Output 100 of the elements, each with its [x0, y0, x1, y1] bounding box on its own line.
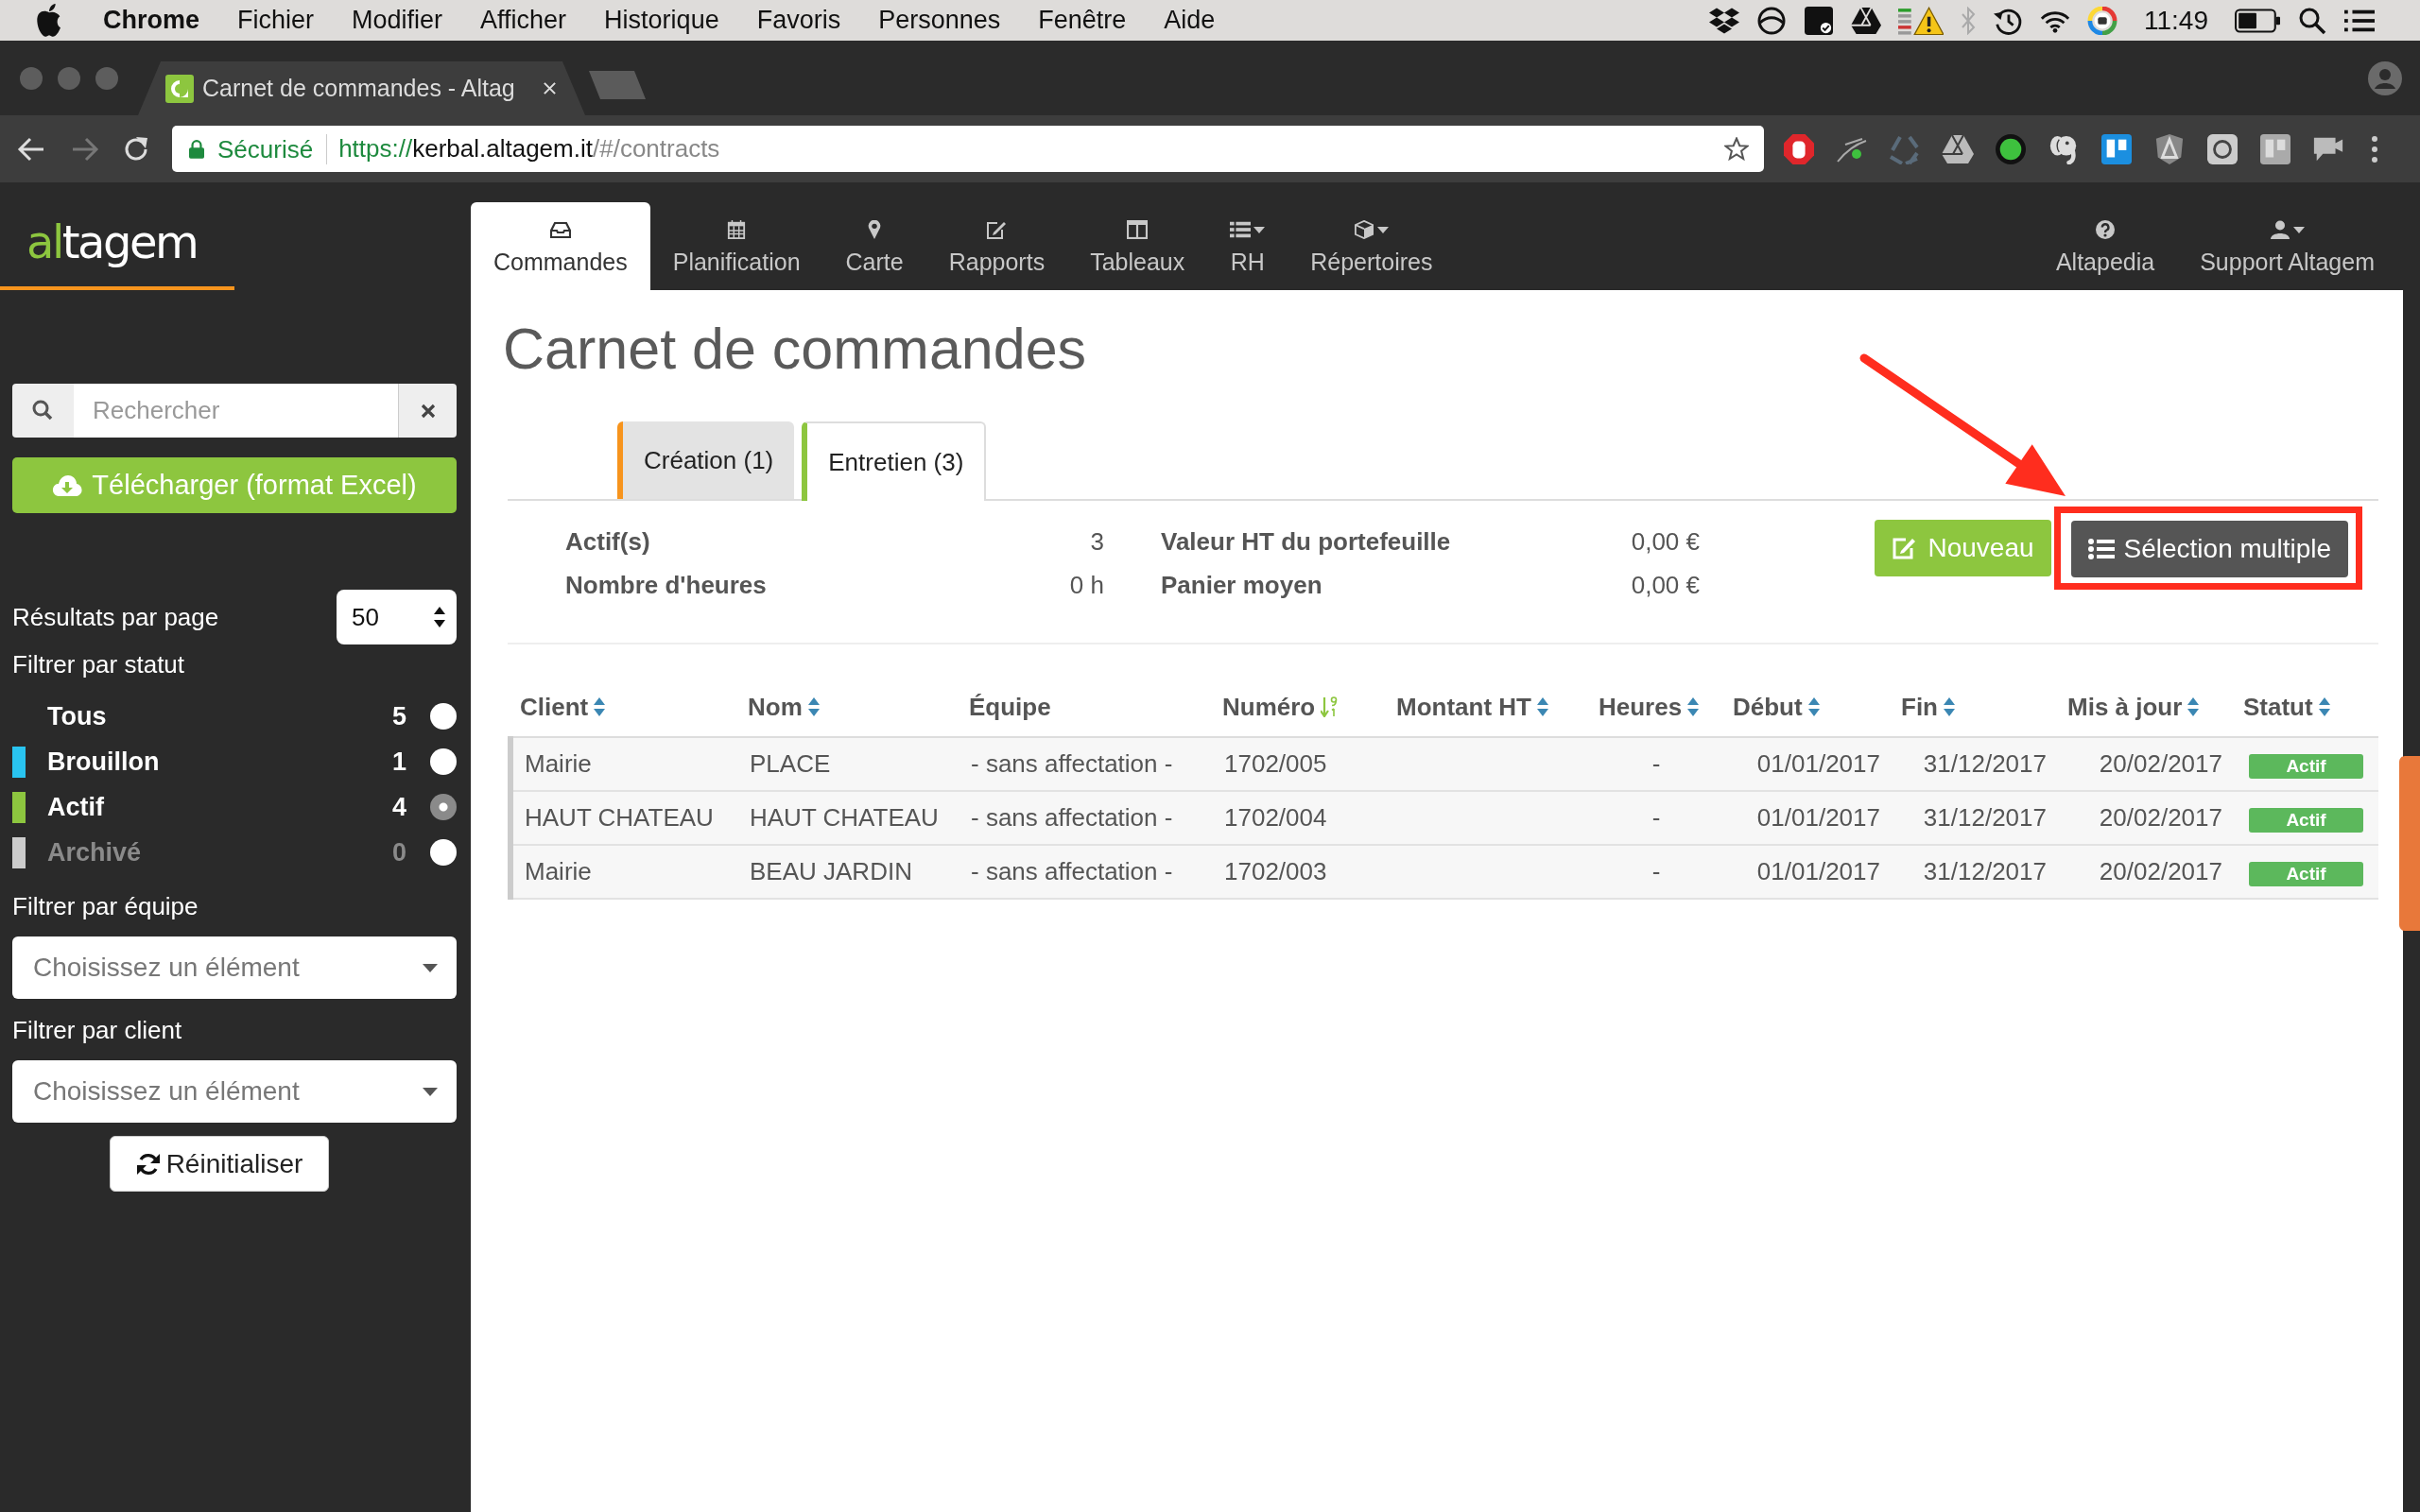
- status-badge: Actif: [2249, 754, 2363, 779]
- table-cell: 1702/005: [1213, 737, 1387, 791]
- status-label[interactable]: Tous: [47, 701, 392, 731]
- menu-item[interactable]: Favoris: [756, 6, 841, 35]
- table-row[interactable]: Mairie PLACE - sans affectation - 1702/005 - 01/01/2017 31/12/2017 20/02/2017 Actif: [510, 737, 2378, 791]
- triangle-icon[interactable]: [1942, 133, 1974, 164]
- table-cell: 01/01/2017: [1723, 845, 1892, 899]
- status-radio[interactable]: [430, 748, 457, 775]
- tile-icon[interactable]: [2206, 133, 2238, 164]
- color-ring-icon[interactable]: [2087, 6, 2118, 35]
- triangle-icon[interactable]: [1851, 6, 1881, 35]
- board-icon[interactable]: [2100, 133, 2133, 164]
- client-select[interactable]: Choisissez un élément: [12, 1060, 457, 1123]
- address-bar[interactable]: Sécurisé https://kerbal.altagem.it/#/contracts: [172, 126, 1764, 172]
- table-row[interactable]: HAUT CHATEAU HAUT CHATEAU - sans affectation - 1702/004 - 01/01/2017 31/12/2017 20/02/2017 Actif: [510, 791, 2378, 845]
- board-icon[interactable]: [2259, 133, 2291, 164]
- nav-tab[interactable]: Carte: [822, 202, 926, 290]
- menu-item[interactable]: Modifier: [352, 6, 443, 35]
- close-icon: [420, 403, 436, 419]
- nav-tab[interactable]: Tableaux: [1067, 202, 1208, 290]
- table-cell: BEAU JARDIN: [738, 845, 959, 899]
- shield-icon[interactable]: [2153, 133, 2186, 164]
- action-button[interactable]: Sélection multiple: [2070, 521, 2348, 577]
- table-cell: 01/01/2017: [1723, 737, 1892, 791]
- nav-tab[interactable]: Répertoires: [1288, 202, 1456, 290]
- star-icon[interactable]: [1724, 137, 1749, 161]
- columns-icon: [1127, 220, 1149, 239]
- nav-tab[interactable]: Altapedia: [2032, 202, 2178, 290]
- status-label[interactable]: Brouillon: [47, 747, 392, 777]
- table-cell: PLACE: [738, 737, 959, 791]
- nav-tab[interactable]: RH: [1207, 202, 1288, 290]
- boxes-icon[interactable]: [1709, 6, 1739, 35]
- stat-label: Valeur HT du portefeuille: [1161, 526, 1452, 557]
- client-filter-label: Filtrer par client: [12, 1016, 183, 1044]
- list-icon: [1230, 220, 1252, 239]
- status-count: 1: [391, 747, 406, 777]
- clock[interactable]: 11:49: [2144, 5, 2208, 36]
- nav-tab[interactable]: Rapports: [925, 202, 1068, 290]
- category-tab[interactable]: Entretien (3): [802, 421, 987, 501]
- apple-icon[interactable]: [36, 3, 62, 38]
- url: https://kerbal.altagem.it/#/contracts: [338, 134, 720, 163]
- table-row[interactable]: Mairie BEAU JARDIN - sans affectation - 1702/003 - 01/01/2017 31/12/2017 20/02/2017 Actif: [510, 845, 2378, 899]
- circle-icon[interactable]: [1756, 6, 1787, 35]
- menu-item[interactable]: Fenêtre: [1038, 6, 1127, 35]
- reload-icon[interactable]: [123, 135, 149, 163]
- clear-button[interactable]: [398, 384, 457, 438]
- stat-value: 0,00 €: [1630, 570, 1700, 600]
- menu-item[interactable]: Aide: [1164, 6, 1216, 35]
- close-icon[interactable]: [543, 81, 557, 95]
- search-field[interactable]: Rechercher: [74, 384, 398, 438]
- status-radio[interactable]: [430, 794, 457, 820]
- category-tab[interactable]: Création (1): [617, 421, 795, 499]
- reset-button[interactable]: Réinitialiser: [110, 1136, 329, 1192]
- logo[interactable]: altagem: [26, 213, 198, 271]
- status-label[interactable]: Actif: [47, 792, 392, 822]
- menu-item[interactable]: Afficher: [480, 6, 567, 35]
- menu-item[interactable]: Personnes: [878, 6, 1001, 35]
- team-select[interactable]: Choisissez un élément: [12, 936, 457, 999]
- table-cell: 20/02/2017: [2058, 791, 2234, 845]
- help-icon: [2095, 220, 2117, 239]
- status-count: 5: [391, 701, 406, 731]
- table-cell: -: [1589, 845, 1723, 899]
- per-page-select[interactable]: 50: [337, 590, 457, 644]
- table-cell: - sans affectation -: [959, 737, 1213, 791]
- stop-sign-icon[interactable]: [1783, 133, 1815, 164]
- check-badge-icon[interactable]: [1804, 6, 1834, 35]
- page-title: Carnet de commandes: [503, 316, 1088, 383]
- more-icon[interactable]: [2371, 134, 2378, 163]
- lock-icon: [189, 139, 204, 159]
- search-icon[interactable]: [2297, 6, 2327, 35]
- nav-tab[interactable]: Commandes: [471, 202, 650, 290]
- status-radio[interactable]: [430, 703, 457, 730]
- table-cell: 31/12/2017: [1892, 845, 2058, 899]
- back-icon[interactable]: [17, 136, 45, 162]
- forward-icon[interactable]: [71, 136, 99, 162]
- cloud-download-icon: [52, 473, 83, 497]
- person-icon[interactable]: [2368, 60, 2402, 95]
- user-icon: [2270, 220, 2291, 239]
- menu-item[interactable]: Historique: [604, 6, 719, 35]
- warning-icon[interactable]: [1898, 6, 1944, 35]
- refresh-icon: [135, 1151, 161, 1177]
- app-menu[interactable]: Chrome: [103, 6, 199, 35]
- security-label: Sécurisé: [217, 133, 328, 164]
- indicator-icon[interactable]: [1995, 133, 2027, 164]
- nav-tab[interactable]: Support Altagem: [2177, 202, 2397, 290]
- app-icon: [165, 74, 194, 103]
- menu-item[interactable]: Fichier: [237, 6, 315, 35]
- table-cell: HAUT CHATEAU: [738, 791, 959, 845]
- browser-tab[interactable]: Carnet de commandes - Altag: [138, 61, 585, 115]
- table-cell: 20/02/2017: [2058, 845, 2234, 899]
- caret-icon: [423, 1087, 438, 1096]
- table-cell: Mairie: [510, 845, 738, 899]
- battery-icon[interactable]: [2235, 6, 2280, 35]
- table-cell: -: [1589, 737, 1723, 791]
- table-cell: 31/12/2017: [1892, 737, 2058, 791]
- table-cell: Mairie: [510, 737, 738, 791]
- table-cell: 1702/003: [1213, 845, 1387, 899]
- edit-icon: [986, 220, 1008, 239]
- table-cell: 1702/004: [1213, 791, 1387, 845]
- nav-tab[interactable]: Planification: [649, 202, 823, 290]
